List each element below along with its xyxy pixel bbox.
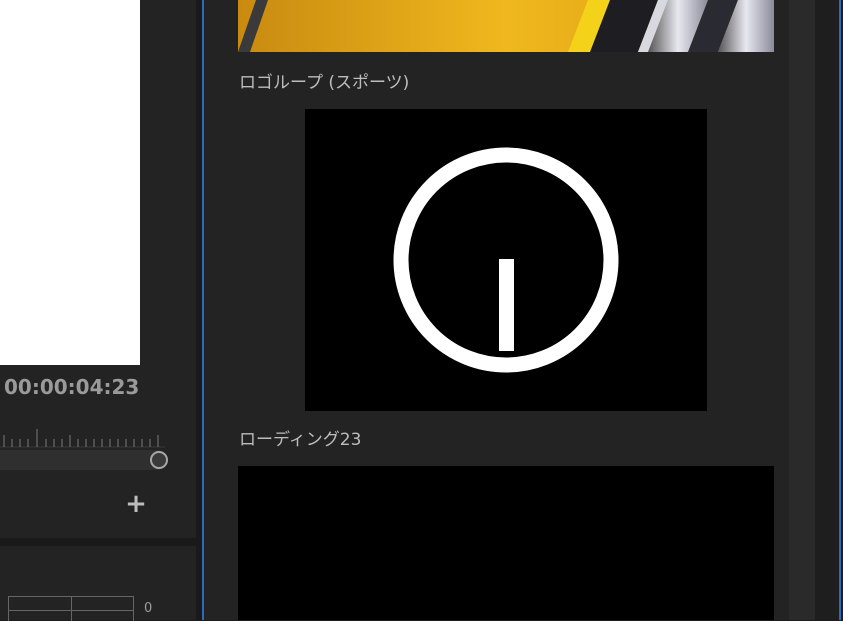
template-thumbnail-logo-loop[interactable] [305, 109, 707, 411]
browser-scrollbar[interactable] [789, 0, 815, 620]
sports-stripes-graphic [238, 0, 774, 52]
template-thumbnail-sports[interactable] [238, 0, 774, 52]
meter-scale-label: 0 [144, 601, 153, 616]
playhead-handle[interactable] [150, 451, 168, 469]
time-ruler[interactable] [0, 425, 165, 449]
add-button[interactable]: + [124, 491, 148, 517]
template-thumbnail-loading23[interactable] [238, 466, 774, 620]
program-monitor-panel: 00:00:04:23 + 0 [0, 0, 196, 621]
panel-divider[interactable] [0, 538, 196, 546]
power-icon [393, 147, 619, 373]
video-preview [0, 0, 140, 365]
template-label-logo-loop-sports[interactable]: ロゴループ (スポーツ) [239, 68, 409, 93]
template-label-loading23[interactable]: ローディング23 [239, 425, 361, 450]
right-panel-border [839, 0, 841, 620]
playhead-timecode[interactable]: 00:00:04:23 [4, 375, 139, 399]
audio-meter [8, 596, 134, 621]
scrub-bar[interactable] [0, 450, 160, 470]
